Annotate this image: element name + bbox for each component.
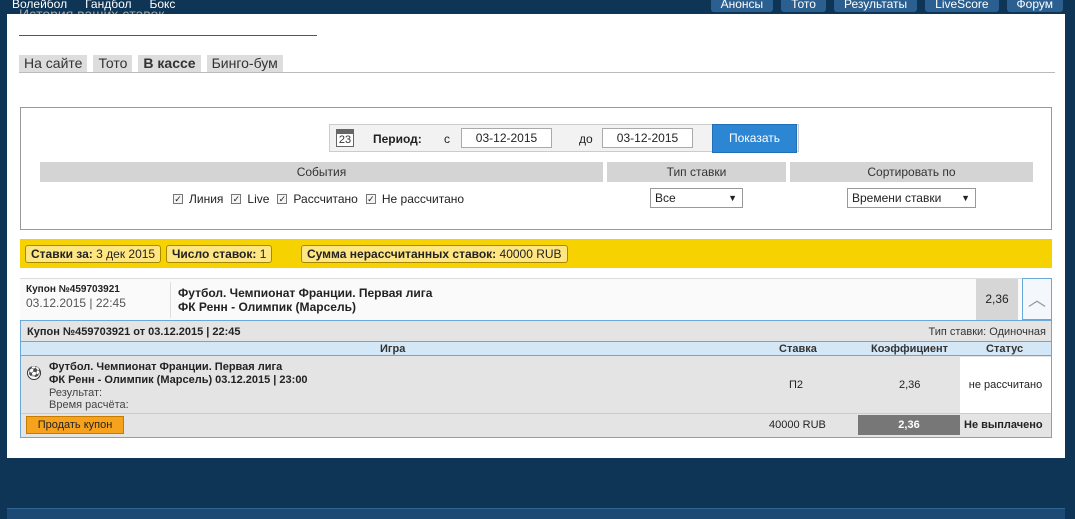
game-event: Футбол. Чемпионат Франции. Первая лига Ф… <box>49 361 308 386</box>
period-label: Период: <box>373 132 422 146</box>
sort-select[interactable]: Времени ставки ▼ <box>847 188 976 208</box>
tab-bingo-boom[interactable]: Бинго-бум <box>206 55 283 72</box>
events-header: События <box>40 162 603 182</box>
coupon-id: Купон №459703921 <box>26 284 120 295</box>
to-label: до <box>579 132 593 146</box>
bet-type-header: Тип ставки <box>607 162 786 182</box>
check-unsettled[interactable]: ✓ Не рассчитано <box>365 192 464 206</box>
game-odds: 2,36 <box>899 379 921 391</box>
col-status: Статус <box>986 343 1024 355</box>
sell-coupon-button[interactable]: Продать купон <box>26 416 124 434</box>
filter-box: 23 Период: с 03-12-2015 до 03-12-2015 По… <box>20 107 1052 230</box>
bet-count-badge: Число ставок: 1 <box>166 245 273 263</box>
check-line[interactable]: ✓ Линия <box>173 192 223 206</box>
tab-cashdesk[interactable]: В кассе <box>138 55 201 72</box>
detail-footer: Продать купон 40000 RUB 2,36 Не выплачен… <box>21 413 1051 437</box>
tab-on-site[interactable]: На сайте <box>19 55 88 72</box>
nav-results[interactable]: Результаты <box>833 0 918 12</box>
from-label: с <box>444 132 450 146</box>
title-underline <box>19 35 317 36</box>
tabs-divider <box>19 72 1055 73</box>
calendar-icon[interactable]: 23 <box>336 129 354 147</box>
total-stake: 40000 RUB <box>769 419 826 431</box>
detail-title: Купон №459703921 от 03.12.2015 | 22:45 <box>27 326 241 338</box>
to-date-input[interactable]: 03-12-2015 <box>602 128 693 148</box>
bet-type-select[interactable]: Все ▼ <box>650 188 743 208</box>
coupon-odds: 2,36 <box>976 279 1018 320</box>
coupon-row[interactable]: Купон №459703921 03.12.2015 | 22:45 Футб… <box>20 278 1052 320</box>
summary-bar: Ставки за: 3 дек 2015 Число ставок: 1 Су… <box>20 239 1052 268</box>
divider <box>170 282 171 318</box>
unsettled-sum-badge: Сумма нерассчитанных ставок: 40000 RUB <box>301 245 568 263</box>
sort-header: Сортировать по <box>790 162 1033 182</box>
footer-bar <box>7 508 1065 519</box>
check-live[interactable]: ✓ Live <box>231 192 269 206</box>
coupon-detail: Купон №459703921 от 03.12.2015 | 22:45 Т… <box>20 320 1052 438</box>
detail-bet-type: Тип ставки: Одиночная <box>928 326 1046 338</box>
col-odds: Коэффициент <box>871 343 949 355</box>
payout-status: Не выплачено <box>964 419 1043 431</box>
nav-livescore[interactable]: LiveScore <box>925 0 999 12</box>
col-stake: Ставка <box>779 343 817 355</box>
game-stake: П2 <box>789 379 804 391</box>
detail-table-header: Игра Ставка Коэффициент Статус <box>21 341 1051 356</box>
bets-for-badge: Ставки за: 3 дек 2015 <box>25 245 162 263</box>
col-game: Игра <box>380 343 406 355</box>
chevron-down-icon: ▼ <box>728 193 737 203</box>
tab-toto[interactable]: Тото <box>93 55 133 72</box>
event-checkboxes: ✓ Линия ✓ Live ✓ Рассчитано ✓ Не рассчитано <box>173 192 464 206</box>
collapse-chevron-up-icon[interactable]: ︿ <box>1022 278 1052 320</box>
coupon-event: Футбол. Чемпионат Франции. Первая лига Ф… <box>178 286 433 314</box>
chevron-down-icon: ▼ <box>961 193 970 203</box>
coupon-datetime: 03.12.2015 | 22:45 <box>26 296 126 310</box>
bet-tabs: На сайте Тото В кассе Бинго-бум <box>19 55 283 72</box>
nav-announcements[interactable]: Анонсы <box>710 0 774 12</box>
nav-toto[interactable]: Тото <box>781 0 826 12</box>
soccer-ball-icon: ⚽ <box>27 366 41 380</box>
nav-forum[interactable]: Форум <box>1006 0 1063 12</box>
table-row: ⚽ Футбол. Чемпионат Франции. Первая лига… <box>21 357 1051 413</box>
page-title: История ваших ставок <box>19 6 165 14</box>
from-date-input[interactable]: 03-12-2015 <box>461 128 552 148</box>
show-button[interactable]: Показать <box>712 124 797 153</box>
game-result-info: Результат: Время расчёта: <box>49 387 129 411</box>
game-status: не рассчитано <box>960 357 1051 413</box>
total-odds: 2,36 <box>858 415 960 435</box>
check-settled[interactable]: ✓ Рассчитано <box>277 192 358 206</box>
